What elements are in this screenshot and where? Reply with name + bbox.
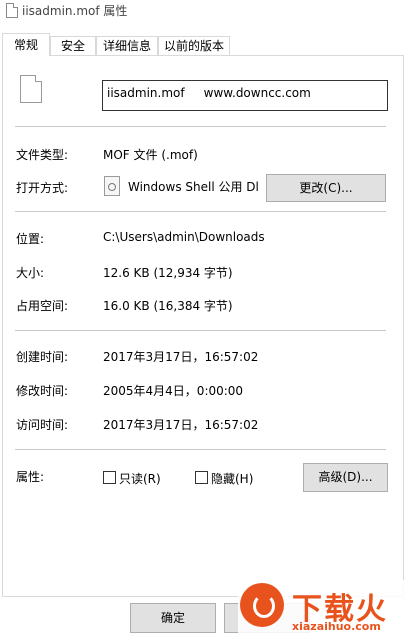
- readonly-label[interactable]: 只读(R): [119, 470, 161, 487]
- disk-size-label: 占用空间:: [16, 299, 69, 313]
- change-button[interactable]: 更改(C)...: [266, 174, 386, 202]
- open-with-value: Windows Shell 公用 Dl: [128, 180, 258, 194]
- open-with-label: 打开方式:: [16, 181, 69, 195]
- tab-security[interactable]: 安全: [50, 36, 96, 55]
- file-type-label: 文件类型:: [16, 148, 69, 162]
- document-icon: [20, 75, 42, 103]
- size-label: 大小:: [16, 266, 45, 280]
- file-name-input[interactable]: iisadmin.mof www.downcc.com: [102, 80, 388, 111]
- file-icon: [6, 3, 18, 18]
- application-icon: [104, 176, 120, 196]
- divider: [15, 449, 386, 450]
- watermark-url: xiazaihuo.com: [292, 620, 381, 633]
- divider: [15, 330, 386, 331]
- location-label: 位置:: [16, 232, 45, 246]
- readonly-checkbox[interactable]: [103, 471, 116, 484]
- file-name-value: iisadmin.mof www.downcc.com: [107, 86, 311, 100]
- size-value: 12.6 KB (12,934 字节): [103, 266, 233, 280]
- hidden-checkbox[interactable]: [195, 471, 208, 484]
- created-value: 2017年3月17日，16:57:02: [103, 350, 259, 364]
- file-type-value: MOF 文件 (.mof): [103, 148, 198, 162]
- hidden-label[interactable]: 隐藏(H): [211, 470, 253, 487]
- modified-value: 2005年4月4日，0:00:00: [103, 384, 244, 398]
- tab-previous-versions[interactable]: 以前的版本: [158, 36, 230, 55]
- created-label: 创建时间:: [16, 350, 69, 364]
- modified-label: 修改时间:: [16, 384, 69, 398]
- attributes-label: 属性:: [16, 470, 45, 484]
- location-value: C:\Users\admin\Downloads: [103, 230, 265, 244]
- advanced-button[interactable]: 高级(D)...: [303, 463, 388, 492]
- disk-size-value: 16.0 KB (16,384 字节): [103, 299, 233, 313]
- watermark-logo: 下载火 xiazaihuo.com: [238, 580, 406, 636]
- accessed-value: 2017年3月17日，16:57:02: [103, 418, 259, 432]
- tab-details[interactable]: 详细信息: [96, 36, 158, 55]
- title-bar: iisadmin.mof 属性: [0, 0, 406, 26]
- divider: [15, 211, 386, 212]
- ok-button[interactable]: 确定: [130, 603, 216, 633]
- general-panel: [2, 55, 404, 597]
- divider: [15, 126, 386, 127]
- flame-logo-icon: [240, 583, 284, 627]
- window-title: iisadmin.mof 属性: [22, 4, 128, 18]
- accessed-label: 访问时间:: [16, 418, 69, 432]
- tab-general[interactable]: 常规: [2, 33, 50, 56]
